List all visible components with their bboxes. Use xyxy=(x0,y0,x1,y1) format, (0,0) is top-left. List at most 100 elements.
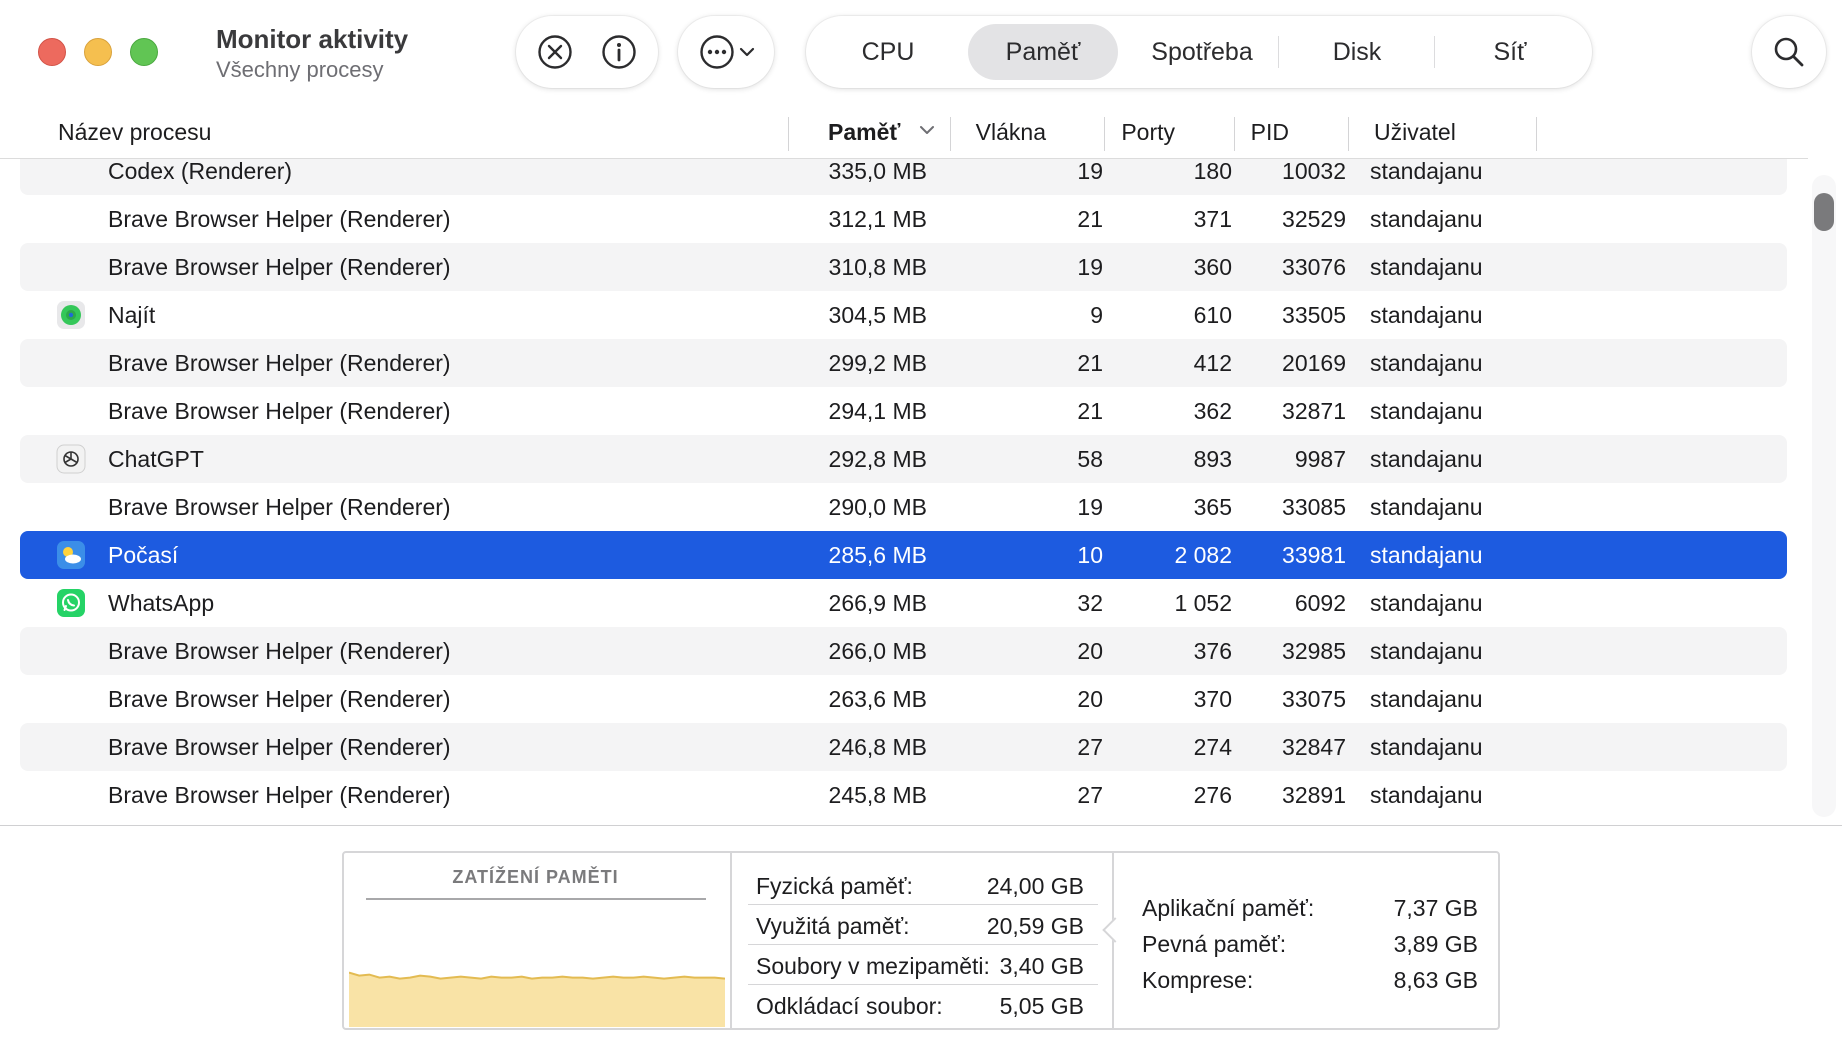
memory-summary-panel: ZATÍŽENÍ PAMĚTI Fyzická paměť: 24,00 GB … xyxy=(342,851,1500,1030)
threads-cell: 21 xyxy=(1077,206,1103,232)
process-name-cell: Codex (Renderer) xyxy=(108,159,293,184)
column-header-threads[interactable]: Vlákna xyxy=(976,119,1046,146)
table-row[interactable]: WhatsApp 266,9 MB 32 1 052 6092 standajanu xyxy=(20,579,1787,627)
vertical-scrollbar-thumb[interactable] xyxy=(1814,193,1834,231)
column-header-ports[interactable]: Porty xyxy=(1121,119,1175,146)
threads-cell: 19 xyxy=(1077,159,1103,184)
sort-descending-chevron-icon xyxy=(920,126,934,134)
tab-separator xyxy=(1434,36,1435,68)
tab-memory[interactable]: Paměť xyxy=(968,24,1118,80)
stat-label: Soubory v mezipaměti: xyxy=(756,953,990,979)
user-cell: standajanu xyxy=(1370,638,1483,664)
user-cell: standajanu xyxy=(1370,782,1483,808)
memory-cell: 263,6 MB xyxy=(828,686,927,712)
vertical-scrollbar-track[interactable] xyxy=(1812,175,1836,817)
stat-value: 5,05 GB xyxy=(999,993,1084,1019)
memory-cell: 266,0 MB xyxy=(828,638,927,664)
tab-cpu[interactable]: CPU xyxy=(816,24,960,80)
process-name-cell: Brave Browser Helper (Renderer) xyxy=(108,734,451,760)
threads-cell: 21 xyxy=(1077,398,1103,424)
ports-cell: 610 xyxy=(1193,302,1232,328)
tab-energy[interactable]: Spotřeba xyxy=(1124,24,1280,80)
memory-pressure-title: ZATÍŽENÍ PAMĚTI xyxy=(452,867,619,887)
window-close-button[interactable] xyxy=(38,38,66,66)
column-divider[interactable] xyxy=(950,117,951,151)
column-header-memory[interactable]: Paměť xyxy=(828,119,900,146)
column-header-process-name[interactable]: Název procesu xyxy=(58,119,211,146)
table-row[interactable]: Brave Browser Helper (Renderer) 310,8 MB 1… xyxy=(20,243,1787,291)
threads-cell: 20 xyxy=(1077,686,1103,712)
tab-network[interactable]: Síť xyxy=(1438,24,1582,80)
stat-value: 20,59 GB xyxy=(986,913,1084,939)
memory-cell: 290,0 MB xyxy=(828,494,927,520)
column-header-user[interactable]: Uživatel xyxy=(1374,119,1456,146)
pid-cell: 32529 xyxy=(1282,206,1346,232)
table-row[interactable]: Brave Browser Helper (Renderer) 299,2 MB 2… xyxy=(20,339,1787,387)
threads-cell: 9 xyxy=(1090,302,1103,328)
table-row[interactable]: Brave Browser Helper (Renderer) 263,6 MB 2… xyxy=(20,675,1787,723)
stat-physical-memory: Fyzická paměť: 24,00 GB xyxy=(748,865,1102,905)
window-zoom-button[interactable] xyxy=(130,38,158,66)
table-row[interactable]: Najít 304,5 MB 9 610 33505 standajanu xyxy=(20,291,1787,339)
column-divider[interactable] xyxy=(1104,117,1105,151)
pid-cell: 10032 xyxy=(1282,159,1346,184)
memory-cell: 312,1 MB xyxy=(828,206,927,232)
ports-cell: 371 xyxy=(1193,206,1232,232)
process-name-cell: Brave Browser Helper (Renderer) xyxy=(108,782,451,808)
table-row[interactable]: Brave Browser Helper (Renderer) 266,0 MB 2… xyxy=(20,627,1787,675)
column-divider[interactable] xyxy=(788,117,789,151)
ports-cell: 370 xyxy=(1193,686,1232,712)
table-row[interactable]: Brave Browser Helper (Renderer) 294,1 MB 2… xyxy=(20,387,1787,435)
threads-cell: 21 xyxy=(1077,350,1103,376)
pid-cell: 20169 xyxy=(1282,350,1346,376)
table-row[interactable]: Brave Browser Helper (Renderer) 245,8 MB 2… xyxy=(20,771,1787,819)
ports-cell: 1 052 xyxy=(1174,590,1232,616)
table-row[interactable]: Brave Browser Helper (Renderer) 312,1 MB 2… xyxy=(20,195,1787,243)
window-minimize-button[interactable] xyxy=(84,38,112,66)
memory-breakdown-stats: Aplikační paměť: 7,37 GB Pevná paměť: 3,… xyxy=(1114,853,1500,1028)
pid-cell: 33981 xyxy=(1282,542,1346,568)
stop-process-button[interactable] xyxy=(524,16,586,88)
memory-cell: 294,1 MB xyxy=(828,398,927,424)
table-row[interactable]: ChatGPT 292,8 MB 58 893 9987 standajanu xyxy=(20,435,1787,483)
column-header-pid[interactable]: PID xyxy=(1251,119,1289,146)
ports-cell: 360 xyxy=(1193,254,1232,280)
table-row[interactable]: Počasí 285,6 MB 10 2 082 33981 standajanu xyxy=(20,531,1787,579)
ports-cell: 362 xyxy=(1193,398,1232,424)
stat-label: Aplikační paměť: xyxy=(1142,895,1315,921)
user-cell: standajanu xyxy=(1370,686,1483,712)
threads-cell: 32 xyxy=(1077,590,1103,616)
stat-label: Fyzická paměť: xyxy=(756,873,913,899)
memory-cell: 335,0 MB xyxy=(828,159,927,184)
table-row[interactable]: Brave Browser Helper (Renderer) 290,0 MB 1… xyxy=(20,483,1787,531)
tab-disk[interactable]: Disk xyxy=(1282,24,1432,80)
stat-wired-memory: Pevná paměť: 3,89 GB xyxy=(1142,931,1478,958)
more-actions-button[interactable] xyxy=(692,16,762,88)
pid-cell: 32891 xyxy=(1282,782,1346,808)
stat-label: Využitá paměť: xyxy=(756,913,910,939)
chevron-down-icon xyxy=(739,47,755,57)
memory-pressure-graph xyxy=(349,971,725,1027)
stat-value: 3,89 GB xyxy=(1393,931,1478,957)
pid-cell: 33076 xyxy=(1282,254,1346,280)
memory-usage-stats: Fyzická paměť: 24,00 GB Využitá paměť: 2… xyxy=(732,853,1114,1028)
table-row[interactable]: Codex (Renderer) 335,0 MB 19 180 10032 standa… xyxy=(20,159,1787,195)
column-divider[interactable] xyxy=(1536,117,1537,151)
stat-label: Odkládací soubor: xyxy=(756,993,943,1019)
process-name-cell: Brave Browser Helper (Renderer) xyxy=(108,206,451,232)
threads-cell: 58 xyxy=(1077,446,1103,472)
process-info-button[interactable] xyxy=(588,16,650,88)
ellipsis-circle-icon xyxy=(700,35,734,69)
column-divider[interactable] xyxy=(1234,117,1235,151)
process-name-cell: WhatsApp xyxy=(108,590,215,616)
column-divider[interactable] xyxy=(1348,117,1349,151)
pid-cell: 33085 xyxy=(1282,494,1346,520)
stat-app-memory: Aplikační paměť: 7,37 GB xyxy=(1142,895,1478,922)
table-row[interactable]: Brave Browser Helper (Renderer) 246,8 MB 2… xyxy=(20,723,1787,771)
process-name-cell: Brave Browser Helper (Renderer) xyxy=(108,638,451,664)
pid-cell: 6092 xyxy=(1294,590,1346,616)
search-button[interactable] xyxy=(1752,16,1826,88)
threads-cell: 10 xyxy=(1077,542,1103,568)
pid-cell: 33075 xyxy=(1282,686,1346,712)
chatgpt-icon xyxy=(56,444,86,474)
